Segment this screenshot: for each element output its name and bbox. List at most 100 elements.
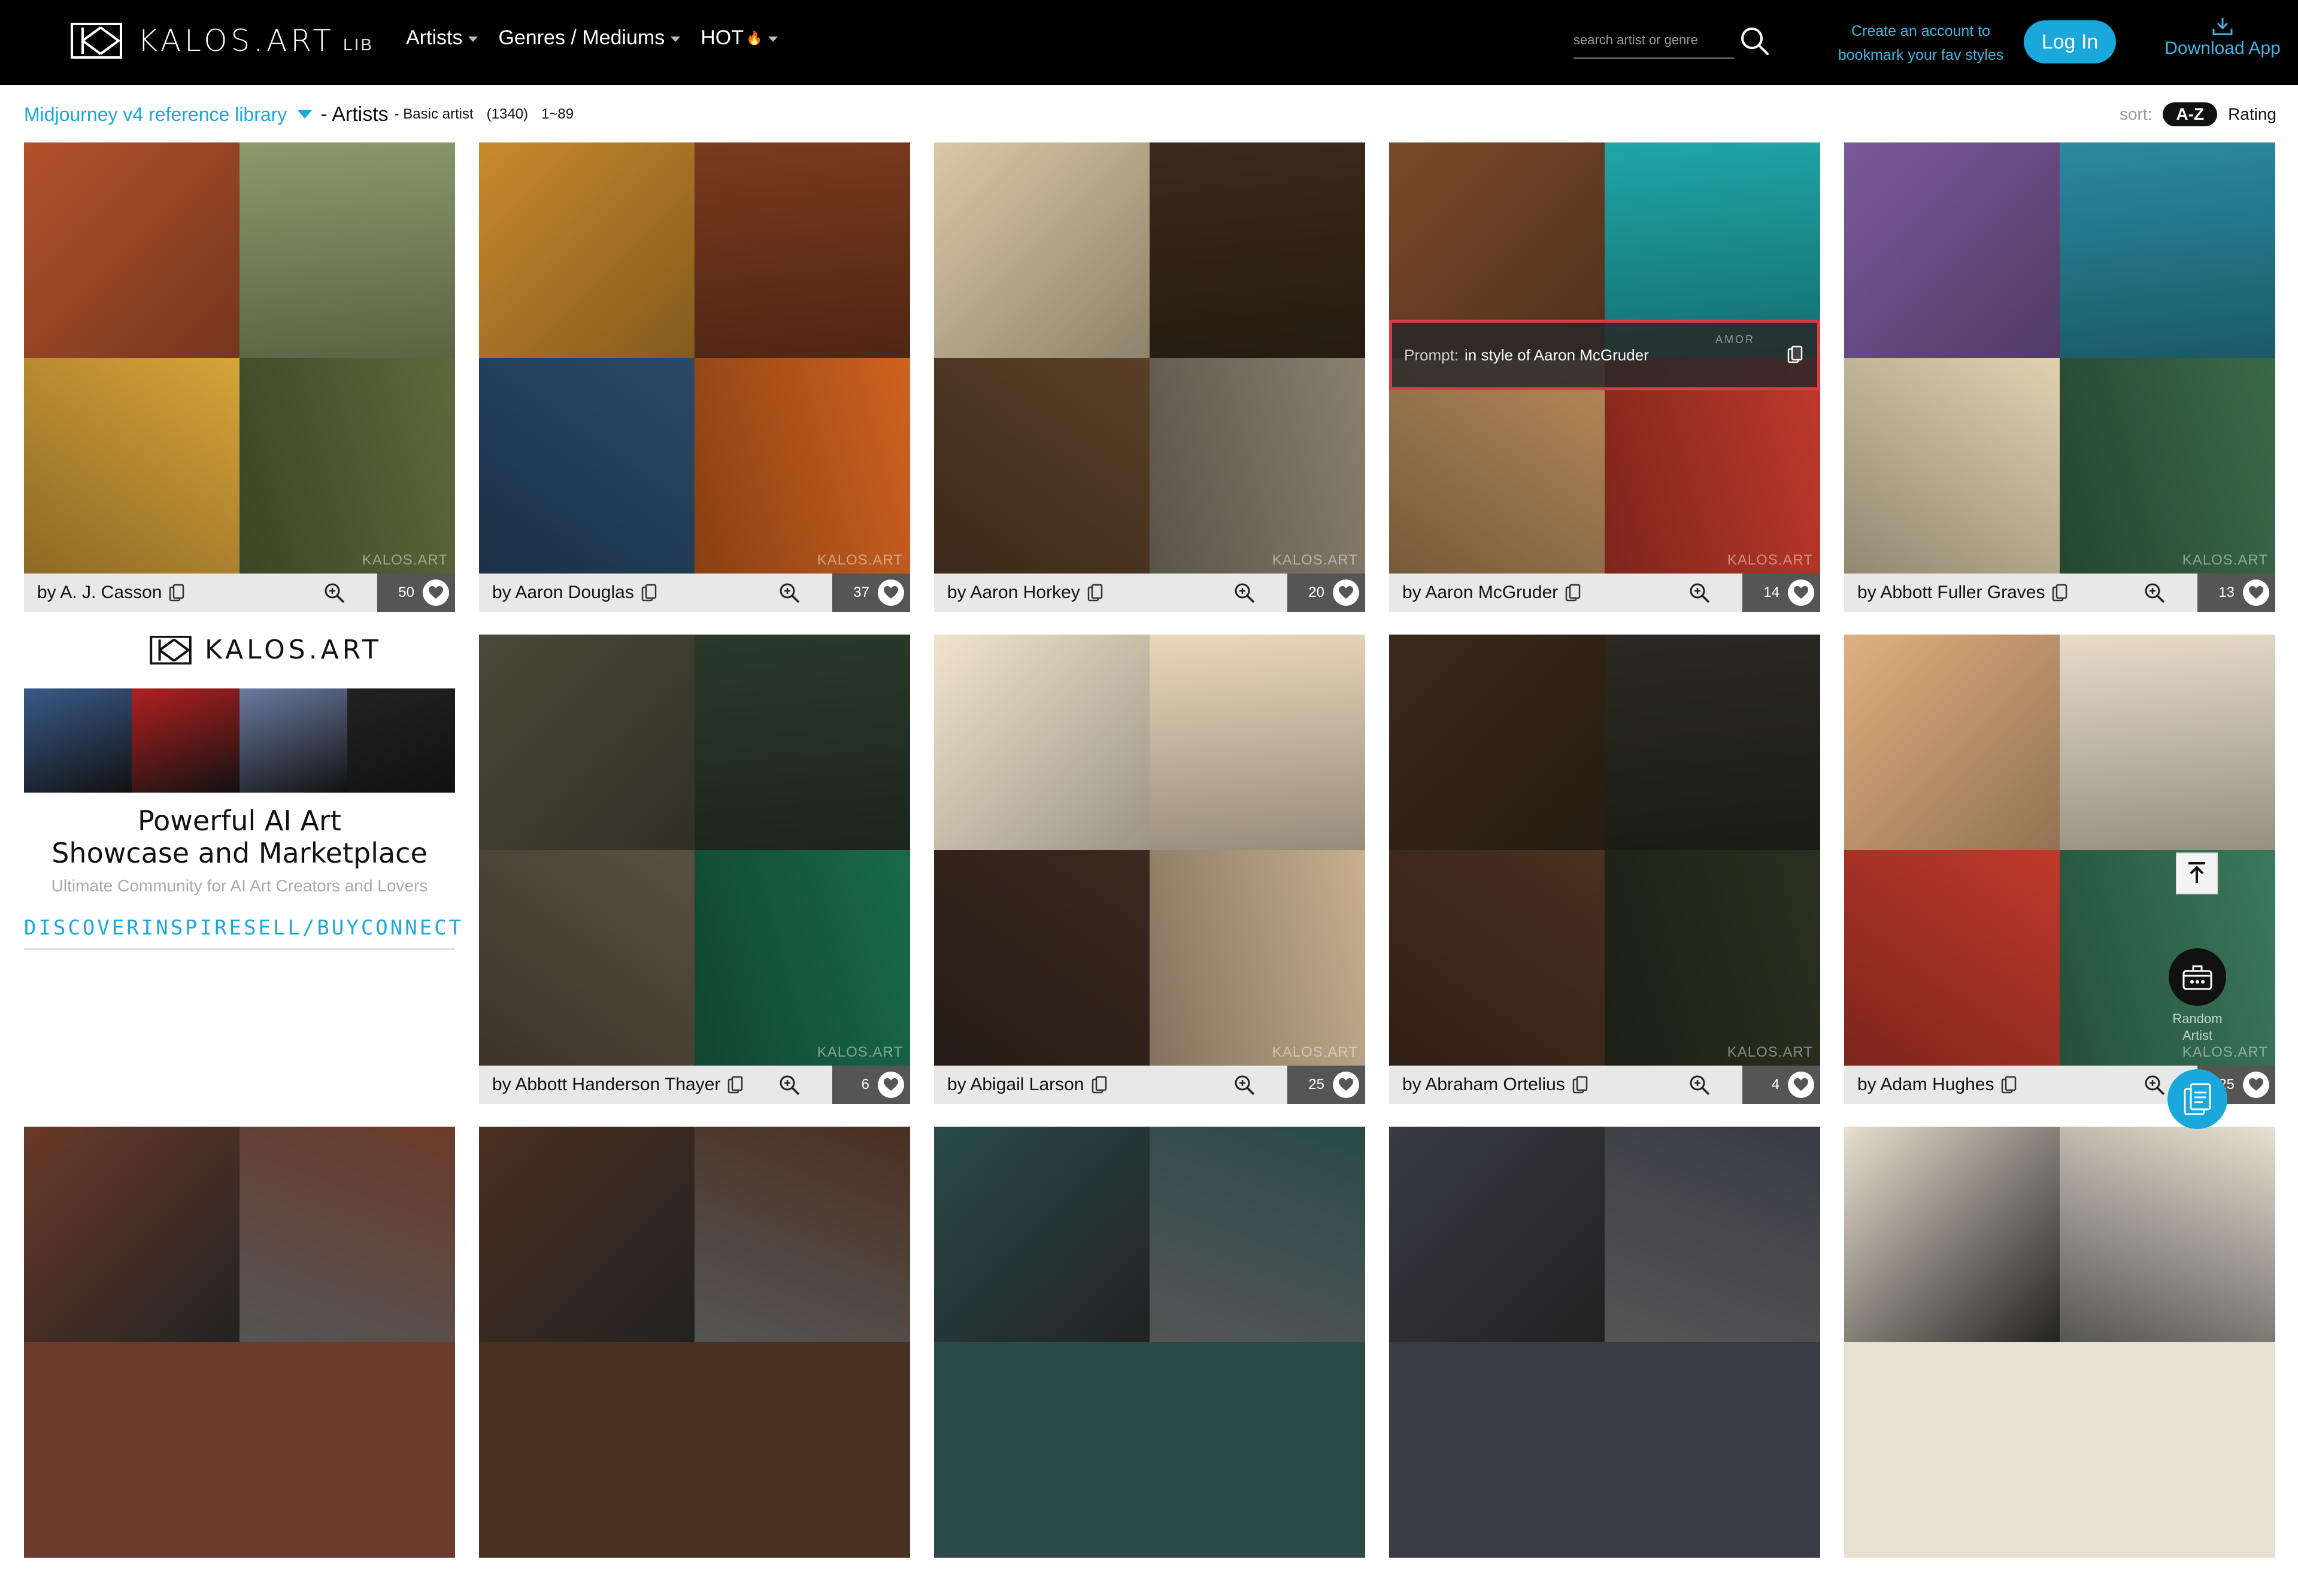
artwork-grid[interactable] xyxy=(479,1127,910,1558)
artwork-grid[interactable] xyxy=(1389,1127,1820,1558)
artwork-thumbnail[interactable] xyxy=(239,142,455,358)
artwork-thumbnail[interactable] xyxy=(1389,1342,1605,1558)
artwork-thumbnail[interactable] xyxy=(1605,1127,1820,1342)
zoom-in-icon[interactable] xyxy=(2142,581,2166,609)
heart-icon[interactable] xyxy=(1788,1072,1814,1098)
copy-icon[interactable] xyxy=(1572,1076,1588,1094)
ad-link-inspire[interactable]: INSPIRE xyxy=(141,916,244,940)
artwork-grid[interactable] xyxy=(934,1127,1365,1558)
artwork-thumbnail[interactable] xyxy=(2060,1342,2275,1558)
artwork-thumbnail[interactable] xyxy=(1844,850,2060,1066)
zoom-in-icon[interactable] xyxy=(322,581,346,609)
nav-hot[interactable]: HOT 🔥 xyxy=(701,26,778,50)
artist-name[interactable]: by Aaron Douglas xyxy=(492,582,634,603)
heart-icon[interactable] xyxy=(1333,1072,1359,1098)
search-input[interactable] xyxy=(1574,26,1734,54)
artist-name[interactable]: by A. J. Casson xyxy=(37,582,162,603)
heart-icon[interactable] xyxy=(1788,579,1814,606)
copy-icon[interactable] xyxy=(727,1076,743,1094)
kalos-ad[interactable]: KALOS.ART Powerful AI Art Showcase and M… xyxy=(24,635,461,958)
copy-prompt-icon[interactable] xyxy=(1787,345,1803,368)
heart-icon[interactable] xyxy=(878,1072,904,1098)
artwork-thumbnail[interactable] xyxy=(2060,358,2275,574)
login-button[interactable]: Log In xyxy=(2024,20,2116,63)
artwork-thumbnail[interactable] xyxy=(2060,142,2275,358)
artwork-thumbnail[interactable] xyxy=(1150,635,1365,850)
artwork-thumbnail[interactable] xyxy=(24,1342,239,1558)
artwork-thumbnail[interactable] xyxy=(24,358,239,574)
zoom-in-icon[interactable] xyxy=(2142,1073,2166,1102)
artwork-thumbnail[interactable] xyxy=(695,358,910,574)
download-app-link[interactable]: Download App xyxy=(2155,17,2290,59)
artwork-grid[interactable]: KALOS.ART xyxy=(479,142,910,574)
artist-card[interactable] xyxy=(479,1127,910,1596)
prompt-overlay[interactable]: Prompt: in style of Aaron McGruder AMOR xyxy=(1389,320,1820,390)
artist-card[interactable]: KALOS.ART by A. J. Casson 50 xyxy=(24,142,455,612)
heart-icon[interactable] xyxy=(1333,579,1359,606)
zoom-in-icon[interactable] xyxy=(1232,581,1256,609)
artwork-thumbnail[interactable] xyxy=(695,635,910,850)
copy-icon[interactable] xyxy=(1092,1076,1107,1094)
artwork-thumbnail[interactable] xyxy=(479,358,695,574)
artwork-thumbnail[interactable] xyxy=(239,1127,455,1342)
random-artist-button[interactable] xyxy=(2169,948,2226,1006)
artwork-thumbnail[interactable] xyxy=(1150,142,1365,358)
artwork-thumbnail[interactable] xyxy=(1150,1127,1365,1342)
artwork-grid[interactable]: KALOS.ART xyxy=(24,142,455,574)
copy-icon[interactable] xyxy=(1087,584,1103,602)
artwork-grid[interactable] xyxy=(24,1127,455,1558)
artist-card[interactable] xyxy=(1844,1127,2275,1596)
artwork-thumbnail[interactable] xyxy=(479,850,695,1066)
artwork-grid[interactable]: KALOS.ART xyxy=(1844,142,2275,574)
artist-card[interactable]: KALOS.ART by Aaron Horkey 20 xyxy=(934,142,1365,612)
artwork-thumbnail[interactable] xyxy=(24,1127,239,1342)
artwork-thumbnail[interactable] xyxy=(24,142,239,358)
artwork-thumbnail[interactable] xyxy=(239,1342,455,1558)
nav-genres-mediums[interactable]: Genres / Mediums xyxy=(498,26,681,50)
artwork-thumbnail[interactable] xyxy=(1389,850,1605,1066)
zoom-in-icon[interactable] xyxy=(777,581,801,609)
artwork-thumbnail[interactable] xyxy=(479,635,695,850)
artwork-thumbnail[interactable] xyxy=(1605,850,1820,1066)
artwork-thumbnail[interactable] xyxy=(1389,1127,1605,1342)
artist-card[interactable]: KALOS.ART by Aaron Douglas 37 xyxy=(479,142,910,612)
artwork-thumbnail[interactable] xyxy=(1605,635,1820,850)
copy-icon[interactable] xyxy=(641,584,657,602)
artist-card[interactable] xyxy=(24,1127,455,1596)
zoom-in-icon[interactable] xyxy=(1687,1073,1711,1102)
account-promo[interactable]: Create an account to bookmark your fav s… xyxy=(1837,19,2005,67)
artwork-grid[interactable]: KALOS.ART xyxy=(934,142,1365,574)
ad-link-sell-buy[interactable]: SELL/BUY xyxy=(244,916,361,940)
zoom-in-icon[interactable] xyxy=(1687,581,1711,609)
artwork-thumbnail[interactable] xyxy=(934,1342,1150,1558)
artist-card[interactable]: KALOS.ART by Abraham Ortelius 4 xyxy=(1389,635,1820,1104)
sort-az-button[interactable]: A-Z xyxy=(2163,102,2218,126)
artwork-thumbnail[interactable] xyxy=(695,1342,910,1558)
nav-artists[interactable]: Artists xyxy=(406,26,478,50)
copy-icon[interactable] xyxy=(1565,584,1581,602)
library-selector[interactable]: Midjourney v4 reference library xyxy=(24,104,313,126)
scroll-to-top-button[interactable] xyxy=(2176,852,2218,894)
artist-card[interactable]: KALOS.ART by Abbott Handerson Thayer 6 xyxy=(479,635,910,1104)
artist-name[interactable]: by Aaron McGruder xyxy=(1402,582,1558,603)
artwork-thumbnail[interactable] xyxy=(1150,850,1365,1066)
artwork-thumbnail[interactable] xyxy=(934,142,1150,358)
artwork-thumbnail[interactable] xyxy=(934,358,1150,574)
artist-card[interactable]: KALOS.ART Prompt: in style of Aaron McGr… xyxy=(1389,142,1820,612)
zoom-in-icon[interactable] xyxy=(1232,1073,1256,1102)
artwork-thumbnail[interactable] xyxy=(1844,142,2060,358)
ad-link-connect[interactable]: CONNECT xyxy=(361,916,463,940)
heart-icon[interactable] xyxy=(878,579,904,606)
heart-icon[interactable] xyxy=(2243,579,2269,606)
artwork-thumbnail[interactable] xyxy=(479,142,695,358)
artwork-thumbnail[interactable] xyxy=(934,1127,1150,1342)
artist-name[interactable]: by Abbott Handerson Thayer xyxy=(492,1075,720,1095)
artwork-thumbnail[interactable] xyxy=(1389,635,1605,850)
artwork-thumbnail[interactable] xyxy=(695,850,910,1066)
heart-icon[interactable] xyxy=(423,579,449,606)
heart-icon[interactable] xyxy=(2243,1072,2269,1098)
artist-name[interactable]: by Aaron Horkey xyxy=(947,582,1080,603)
artwork-thumbnail[interactable] xyxy=(2060,1127,2275,1342)
search-button[interactable] xyxy=(1738,24,1771,57)
artist-name[interactable]: by Abraham Ortelius xyxy=(1402,1075,1565,1095)
